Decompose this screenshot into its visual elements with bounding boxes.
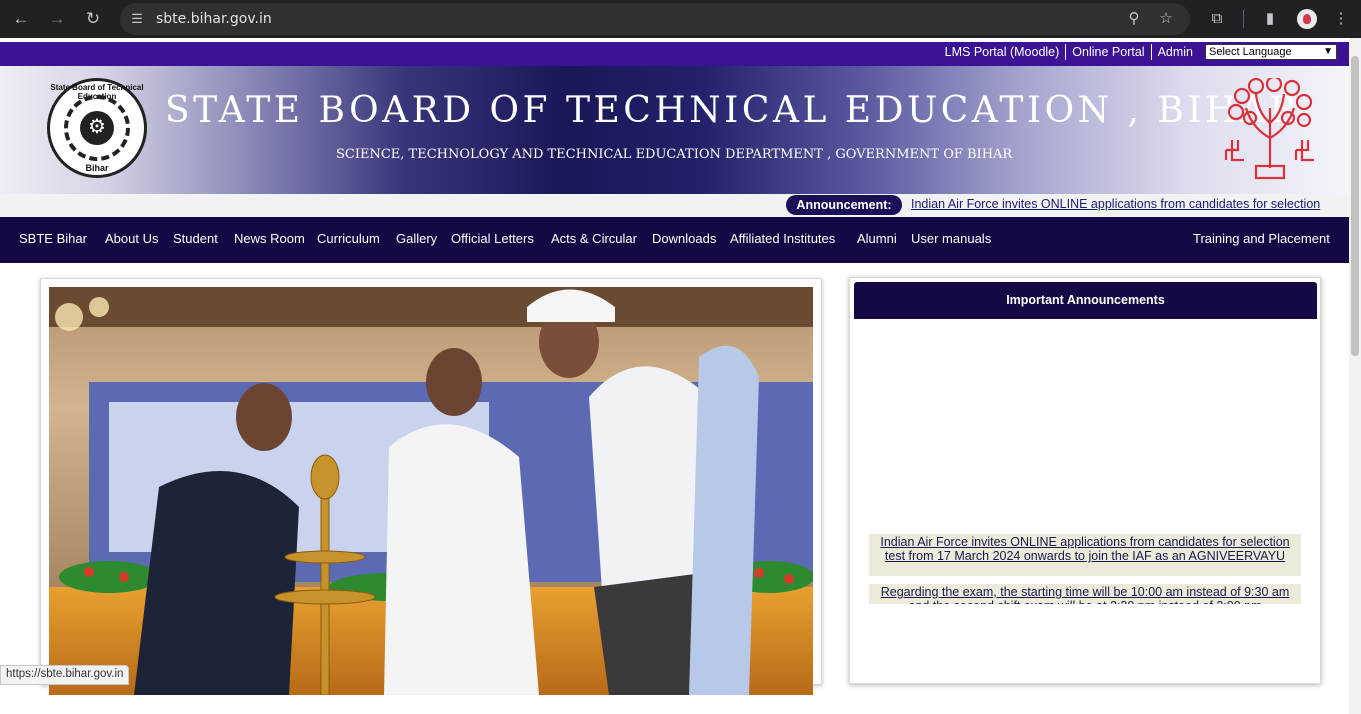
zoom-icon[interactable]: ⚲: [1124, 9, 1144, 29]
announcement-label: Announcement:: [786, 195, 902, 215]
toolbar-divider: [1243, 10, 1244, 28]
forward-icon[interactable]: →: [46, 8, 68, 30]
bookmark-star-icon[interactable]: ☆: [1156, 9, 1176, 29]
back-icon[interactable]: ←: [10, 8, 32, 30]
profile-avatar[interactable]: [1297, 9, 1317, 29]
nav-news-room[interactable]: News Room: [234, 231, 305, 246]
nav-student[interactable]: Student: [173, 231, 218, 246]
nav-official-letters[interactable]: Official Letters: [451, 231, 534, 246]
image-slider[interactable]: [40, 278, 822, 695]
side-panel-icon[interactable]: ▮: [1259, 8, 1281, 30]
seal-text-bottom: Bihar: [85, 163, 109, 173]
nav-sbte-bihar[interactable]: SBTE Bihar: [19, 231, 87, 246]
online-portal-link[interactable]: Online Portal: [1066, 44, 1152, 60]
nav-gallery[interactable]: Gallery: [396, 231, 437, 246]
announcement-item[interactable]: Indian Air Force invites ONLINE applicat…: [869, 534, 1301, 576]
nav-affiliated-institutes[interactable]: Affiliated Institutes: [730, 231, 835, 246]
top-utility-bar: LMS Portal (Moodle) Online Portal Admin …: [0, 42, 1349, 66]
ticker-link[interactable]: Indian Air Force invites ONLINE applicat…: [911, 197, 1320, 211]
announcement-ticker: Announcement: Indian Air Force invites O…: [0, 194, 1349, 217]
site-subtitle: SCIENCE, TECHNOLOGY AND TECHNICAL EDUCAT…: [336, 147, 1013, 162]
nav-about-us[interactable]: About Us: [105, 231, 158, 246]
scrollbar-thumb[interactable]: [1351, 56, 1359, 356]
important-announcements-panel: Important Announcements Indian Air Force…: [849, 277, 1321, 684]
web-page: LMS Portal (Moodle) Online Portal Admin …: [0, 38, 1349, 714]
nav-downloads[interactable]: Downloads: [652, 231, 716, 246]
sbte-seal-logo[interactable]: State Board of Technical Education Bihar: [47, 78, 147, 178]
site-info-icon[interactable]: ☰: [129, 11, 145, 27]
language-select[interactable]: Select Language ▼: [1205, 44, 1337, 60]
announcements-header: Important Announcements: [854, 282, 1317, 319]
chevron-down-icon: ▼: [1323, 46, 1333, 57]
extensions-icon[interactable]: ⧉: [1206, 8, 1228, 30]
nav-alumni[interactable]: Alumni: [857, 231, 897, 246]
main-content: Important Announcements Indian Air Force…: [0, 263, 1349, 714]
language-select-value: Select Language: [1209, 46, 1292, 58]
event-photo: [49, 287, 813, 695]
link-status-bubble: https://sbte.bihar.gov.in: [0, 665, 130, 685]
site-title: STATE BOARD OF TECHNICAL EDUCATION , BIH…: [165, 90, 1301, 131]
page-scrollbar[interactable]: [1349, 38, 1361, 714]
lms-portal-link[interactable]: LMS Portal (Moodle): [939, 44, 1067, 60]
announcement-item[interactable]: Regarding the exam, the starting time wi…: [869, 584, 1301, 604]
header-banner: State Board of Technical Education Bihar…: [0, 66, 1349, 194]
seal-core: [80, 111, 114, 145]
nav-acts-circular[interactable]: Acts & Circular: [551, 231, 637, 246]
main-navigation: SBTE Bihar About Us Student News Room Cu…: [0, 217, 1349, 263]
url-text[interactable]: sbte.bihar.gov.in: [156, 11, 272, 27]
address-bar[interactable]: ☰ sbte.bihar.gov.in ⚲ ☆: [120, 3, 1190, 35]
browser-toolbar: ← → ↻ ☰ sbte.bihar.gov.in ⚲ ☆ ⧉ ▮ ⋮: [0, 0, 1361, 38]
nav-curriculum[interactable]: Curriculum: [317, 231, 380, 246]
bihar-emblem-logo: [1224, 78, 1314, 180]
nav-training-placement[interactable]: Training and Placement: [1193, 231, 1330, 246]
admin-link[interactable]: Admin: [1152, 44, 1199, 60]
nav-user-manuals[interactable]: User manuals: [911, 231, 991, 246]
reload-icon[interactable]: ↻: [82, 8, 104, 30]
menu-kebab-icon[interactable]: ⋮: [1330, 8, 1352, 30]
